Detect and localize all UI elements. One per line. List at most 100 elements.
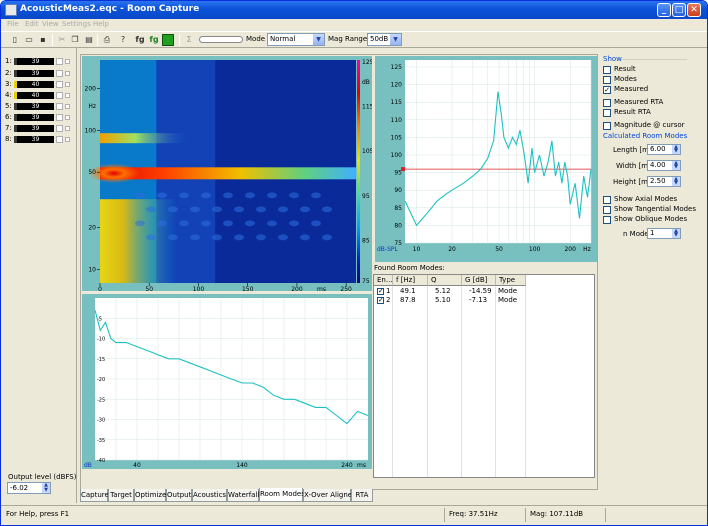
tab-output[interactable]: Output — [166, 489, 192, 502]
menu-settings[interactable]: Settings — [62, 20, 91, 28]
measured-rta-checkbox[interactable]: Measured RTA — [603, 98, 689, 108]
channel-checkbox[interactable] — [56, 58, 63, 65]
axial-modes-checkbox[interactable]: Show Axial Modes — [603, 195, 689, 205]
channel-link-checkbox[interactable] — [65, 59, 70, 64]
spin-arrows-icon[interactable]: ▲ ▼ — [672, 229, 680, 238]
tab-acoustics[interactable]: Acoustics — [192, 489, 227, 502]
col-header-q[interactable]: Q — [428, 275, 462, 286]
spin-arrows-icon[interactable]: ▲ ▼ — [672, 145, 680, 154]
result-rta-checkbox[interactable]: Result RTA — [603, 108, 689, 118]
mode-enabled-checkbox[interactable]: ✓ — [377, 288, 384, 295]
n-modes-input[interactable]: 1 ▲ ▼ — [647, 228, 681, 239]
frequency-response-chart[interactable]: 125120115110105100959085807510 20 50 100 200… — [375, 56, 597, 262]
paste-icon[interactable]: ▤ — [83, 34, 95, 46]
spin-arrows-icon[interactable]: ▲ ▼ — [672, 177, 680, 186]
minimize-button[interactable]: _ — [657, 3, 671, 17]
channel-link-checkbox[interactable] — [65, 104, 70, 109]
table-row[interactable]: ✓ 2 87.8 5.10 -7.13 Mode — [374, 296, 596, 305]
channel-row[interactable]: 7: 39 — [1, 124, 77, 133]
fg-icon-2[interactable]: fg — [148, 34, 160, 46]
cut-icon[interactable]: ✂ — [56, 34, 68, 46]
channel-checkbox[interactable] — [56, 70, 63, 77]
menu-view[interactable]: View — [42, 20, 59, 28]
save-icon[interactable]: ▪ — [37, 34, 49, 46]
spectrogram-low-freq-region — [100, 199, 177, 283]
menu-edit[interactable]: Edit — [25, 20, 39, 28]
modes-checkbox[interactable]: Modes — [603, 75, 689, 85]
col-header-enabled[interactable]: En... — [374, 275, 393, 286]
channel-level[interactable]: 39 — [14, 114, 54, 121]
col-header-freq[interactable]: f [Hz] — [393, 275, 428, 286]
mode-enabled-checkbox[interactable]: ✓ — [377, 297, 384, 304]
width-input[interactable]: 4.00 ▲ ▼ — [647, 160, 681, 171]
help-icon[interactable]: ? — [117, 34, 129, 46]
channel-checkbox[interactable] — [56, 136, 63, 143]
length-input[interactable]: 6.00 ▲ ▼ — [647, 144, 681, 155]
mag-range-select[interactable]: 50dB ▼ — [367, 33, 402, 46]
tab-target[interactable]: Target — [108, 489, 134, 502]
spectrogram-chart[interactable]: 200 100 50 20 10 Hz 0 50 100 150 200 250 ms 125 115 105… — [82, 56, 372, 291]
tab-rta[interactable]: RTA — [351, 489, 373, 502]
decay-chart[interactable]: -5-10-15-20-25-30-35-4040 140 240 msdB — [82, 294, 372, 469]
col-header-type[interactable]: Type — [496, 275, 526, 286]
spectrogram-ripple — [256, 206, 266, 213]
oblique-modes-checkbox[interactable]: Show Oblique Modes — [603, 215, 689, 225]
open-folder-icon[interactable]: ▭ — [23, 34, 35, 46]
spectrogram-ripple — [234, 234, 244, 241]
menu-file[interactable]: File — [7, 20, 19, 28]
modes-table[interactable]: En... f [Hz] Q G [dB] Type ✓ 1 49.1 5.12… — [373, 274, 595, 478]
green-square-icon[interactable] — [162, 34, 174, 46]
tab-optimizer[interactable]: Optimizer — [134, 489, 169, 502]
channel-level[interactable]: 39 — [14, 136, 54, 143]
channel-row[interactable]: 3: 40 — [1, 80, 77, 89]
print-icon[interactable]: ⎙ — [101, 34, 113, 46]
channel-link-checkbox[interactable] — [65, 82, 70, 87]
output-level-input[interactable]: -6.02 ▲ ▼ — [7, 482, 51, 494]
channel-link-checkbox[interactable] — [65, 115, 70, 120]
channel-link-checkbox[interactable] — [65, 93, 70, 98]
channel-row[interactable]: 1: 39 — [1, 57, 77, 66]
spin-arrows-icon[interactable]: ▲ ▼ — [672, 161, 680, 170]
result-checkbox[interactable]: Result — [603, 65, 689, 75]
spin-arrows-icon[interactable]: ▲ ▼ — [42, 483, 50, 493]
channel-row[interactable]: 4: 40 — [1, 91, 77, 100]
channel-level[interactable]: 39 — [14, 125, 54, 132]
measured-checkbox[interactable]: ✓ Measured — [603, 85, 689, 95]
channel-level[interactable]: 39 — [14, 58, 54, 65]
channel-row[interactable]: 6: 39 — [1, 113, 77, 122]
channel-row[interactable]: 8: 39 — [1, 135, 77, 144]
channel-checkbox[interactable] — [56, 103, 63, 110]
mode-select[interactable]: Normal ▼ — [267, 33, 325, 46]
maximize-button[interactable]: □ — [672, 3, 686, 17]
channel-row[interactable]: 2: 39 — [1, 69, 77, 78]
magnitude-cursor-checkbox[interactable]: Magnitude @ cursor — [603, 121, 689, 131]
y-axis-unit: dB — [84, 462, 92, 469]
channel-level[interactable]: 40 — [14, 81, 54, 88]
tab-capture[interactable]: Capture — [80, 489, 109, 502]
table-row[interactable]: ✓ 1 49.1 5.12 -14.59 Mode — [374, 287, 596, 296]
sigma-icon[interactable]: Σ — [183, 34, 195, 46]
channel-link-checkbox[interactable] — [65, 126, 70, 131]
tab-waterfall[interactable]: Waterfall — [227, 489, 259, 502]
channel-link-checkbox[interactable] — [65, 71, 70, 76]
copy-icon[interactable]: ❐ — [69, 34, 81, 46]
height-input[interactable]: 2.50 ▲ ▼ — [647, 176, 681, 187]
channel-level[interactable]: 40 — [14, 92, 54, 99]
close-button[interactable]: ✕ — [687, 3, 701, 17]
tab-room-modes[interactable]: Room Modes — [259, 488, 305, 502]
channel-level[interactable]: 39 — [14, 103, 54, 110]
channel-checkbox[interactable] — [56, 92, 63, 99]
tab-xover-aligner[interactable]: X-Over Aligner — [303, 489, 355, 502]
col-header-gain[interactable]: G [dB] — [462, 275, 496, 286]
fg-icon[interactable]: fg — [134, 34, 146, 46]
channel-row[interactable]: 5: 39 — [1, 102, 77, 111]
channel-checkbox[interactable] — [56, 125, 63, 132]
channel-checkbox[interactable] — [56, 114, 63, 121]
tangential-modes-checkbox[interactable]: Show Tangential Modes — [603, 205, 696, 215]
channel-level[interactable]: 39 — [14, 70, 54, 77]
new-file-icon[interactable]: ▯ — [9, 34, 21, 46]
spectrogram-ripple — [201, 220, 211, 227]
channel-link-checkbox[interactable] — [65, 137, 70, 142]
channel-checkbox[interactable] — [56, 81, 63, 88]
menu-help[interactable]: Help — [93, 20, 109, 28]
